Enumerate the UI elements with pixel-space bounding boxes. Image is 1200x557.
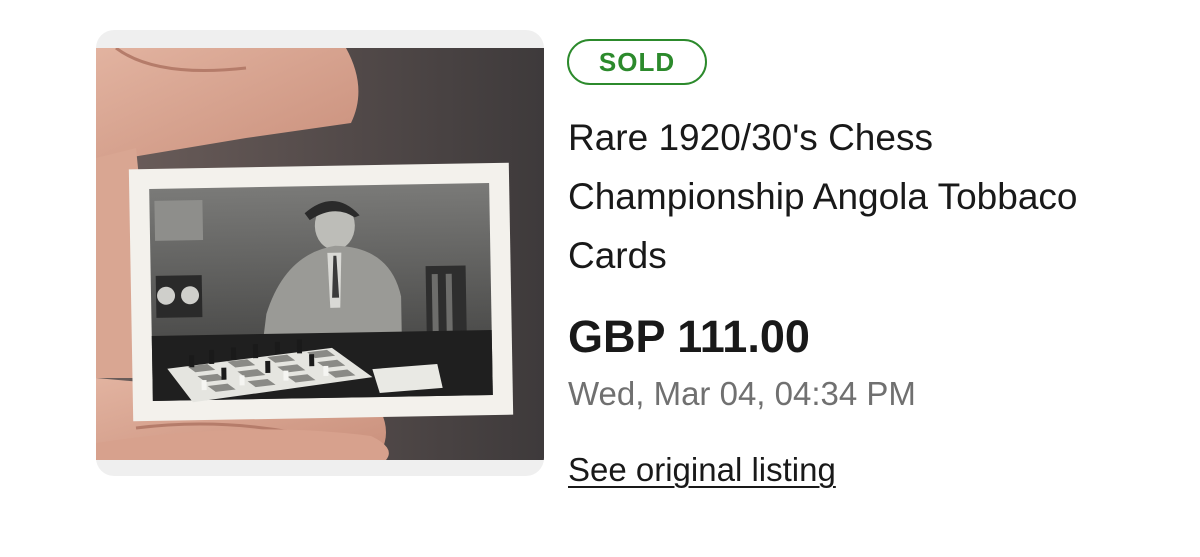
sold-date: Wed, Mar 04, 04:34 PM [568, 375, 916, 412]
listing-title[interactable]: Rare 1920/30's Chess Championship Angola… [568, 108, 1128, 285]
listing-image-frame[interactable] [96, 30, 544, 476]
sold-listing-card: SOLD Rare 1920/30's Chess Championship A… [0, 0, 1200, 557]
listing-photo[interactable] [96, 48, 544, 460]
see-original-listing-link[interactable]: See original listing [568, 448, 836, 492]
sold-status-badge: SOLD [567, 39, 707, 85]
sold-price: GBP 111.00 [568, 311, 810, 362]
